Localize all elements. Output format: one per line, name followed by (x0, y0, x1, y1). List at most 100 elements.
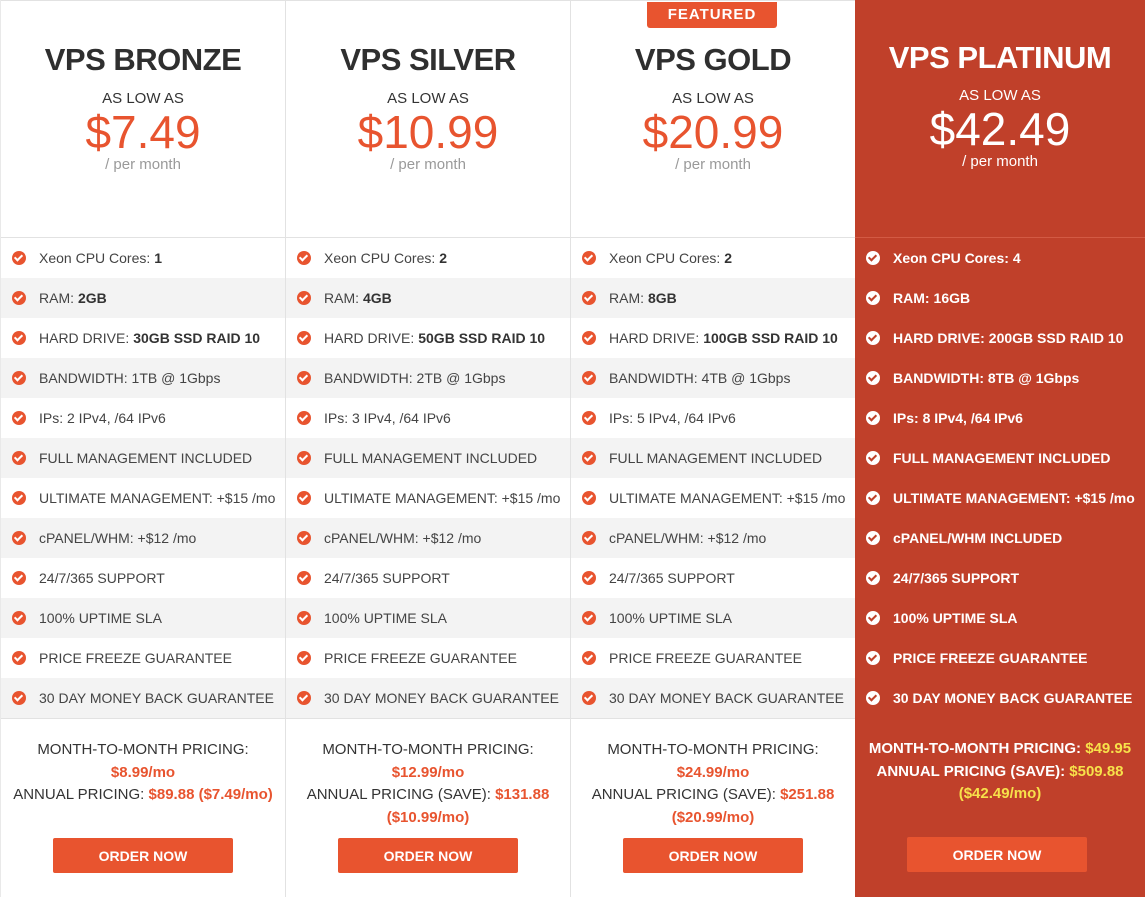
annual-pricing-value: $89.88 ($7.49/mo) (148, 786, 273, 803)
check-icon (866, 651, 880, 665)
check-icon (297, 371, 311, 385)
annual-pricing-value: $131.88 (495, 786, 550, 803)
feature-item: IPs: 3 IPv4, /64 IPv6 (286, 398, 570, 438)
feature-item: HARD DRIVE: 50GB SSD RAID 10 (286, 318, 570, 358)
feature-item: 24/7/365 SUPPORT (286, 558, 570, 598)
check-icon (12, 331, 26, 345)
plan-name: VPS SILVER (340, 42, 516, 77)
per-month-label: / per month (390, 156, 466, 173)
monthly-pricing-value: $8.99/mo (110, 763, 176, 781)
feature-item: FULL MANAGEMENT INCLUDED (286, 438, 570, 478)
order-now-button[interactable]: ORDER NOW (907, 837, 1087, 872)
per-month-label: / per month (675, 156, 751, 173)
feature-item: FULL MANAGEMENT INCLUDED (1, 438, 285, 478)
feature-item: BANDWIDTH: 8TB @ 1Gbps (855, 358, 1145, 398)
feature-item: IPs: 2 IPv4, /64 IPv6 (1, 398, 285, 438)
check-icon (866, 451, 880, 465)
check-icon (12, 651, 26, 665)
check-icon (582, 531, 596, 545)
pricing-table: VPS BRONZE AS LOW AS $7.49 / per month X… (0, 0, 1145, 897)
plan-price: $42.49 (929, 103, 1071, 155)
feature-item: 30 DAY MONEY BACK GUARANTEE (855, 678, 1145, 718)
feature-item: PRICE FREEZE GUARANTEE (855, 638, 1145, 678)
monthly-pricing-label: MONTH-TO-MONTH PRICING: (37, 741, 249, 758)
feature-item: cPANEL/WHM INCLUDED (855, 518, 1145, 558)
check-icon (866, 611, 880, 625)
feature-item: 24/7/365 SUPPORT (1, 558, 285, 598)
feature-item: cPANEL/WHM: +$12 /mo (1, 518, 285, 558)
check-icon (12, 451, 26, 465)
feature-item: Xeon CPU Cores: 1 (1, 238, 285, 278)
as-low-as-label: AS LOW AS (959, 87, 1041, 104)
feature-item: 100% UPTIME SLA (1, 598, 285, 638)
feature-item: IPs: 5 IPv4, /64 IPv6 (571, 398, 855, 438)
check-icon (12, 251, 26, 265)
feature-item: 24/7/365 SUPPORT (855, 558, 1145, 598)
feature-item: BANDWIDTH: 4TB @ 1Gbps (571, 358, 855, 398)
monthly-pricing-value: $12.99/mo (391, 763, 465, 781)
feature-item: RAM: 4GB (286, 278, 570, 318)
feature-item: ULTIMATE MANAGEMENT: +$15 /mo (855, 478, 1145, 518)
plan-price: $7.49 (85, 106, 201, 158)
feature-item: FULL MANAGEMENT INCLUDED (571, 438, 855, 478)
check-icon (866, 371, 880, 385)
order-now-button[interactable]: ORDER NOW (623, 838, 803, 873)
annual-pricing-label: ANNUAL PRICING: (13, 786, 145, 803)
feature-item: 30 DAY MONEY BACK GUARANTEE (286, 678, 570, 718)
check-icon (297, 291, 311, 305)
annual-pricing-label: ANNUAL PRICING (SAVE): (591, 786, 776, 803)
plan-column-gold: FEATURED VPS GOLD AS LOW AS $20.99 / per… (570, 0, 855, 897)
check-icon (297, 451, 311, 465)
annual-pricing-label: ANNUAL PRICING (SAVE): (876, 762, 1066, 780)
feature-item: RAM: 2GB (1, 278, 285, 318)
as-low-as-label: AS LOW AS (387, 90, 469, 107)
feature-item: HARD DRIVE: 100GB SSD RAID 10 (571, 318, 855, 358)
monthly-pricing-label: MONTH-TO-MONTH PRICING: (868, 740, 1082, 757)
check-icon (866, 571, 880, 585)
check-icon (297, 251, 311, 265)
check-icon (582, 491, 596, 505)
feature-item: IPs: 8 IPv4, /64 IPv6 (855, 398, 1145, 438)
check-icon (582, 611, 596, 625)
feature-item: 100% UPTIME SLA (855, 598, 1145, 638)
plan-header: VPS BRONZE AS LOW AS $7.49 / per month (1, 0, 285, 238)
feature-item: RAM: 16GB (855, 278, 1145, 318)
check-icon (582, 691, 596, 705)
check-icon (297, 411, 311, 425)
per-month-label: / per month (962, 153, 1038, 170)
order-now-button[interactable]: ORDER NOW (338, 838, 518, 873)
check-icon (582, 571, 596, 585)
feature-item: Xeon CPU Cores: 2 (286, 238, 570, 278)
check-icon (866, 531, 880, 545)
check-icon (866, 251, 880, 265)
feature-item: RAM: 8GB (571, 278, 855, 318)
feature-list: Xeon CPU Cores: 4 RAM: 16GB HARD DRIVE: 200… (855, 238, 1145, 718)
plan-header: VPS PLATINUM AS LOW AS $42.49 / per mont… (855, 0, 1145, 238)
feature-item: cPANEL/WHM: +$12 /mo (286, 518, 570, 558)
check-icon (12, 611, 26, 625)
check-icon (866, 491, 880, 505)
check-icon (582, 451, 596, 465)
check-icon (582, 371, 596, 385)
feature-item: Xeon CPU Cores: 2 (571, 238, 855, 278)
feature-item: HARD DRIVE: 200GB SSD RAID 10 (855, 318, 1145, 358)
plan-column-bronze: VPS BRONZE AS LOW AS $7.49 / per month X… (0, 0, 285, 897)
feature-item: ULTIMATE MANAGEMENT: +$15 /mo (286, 478, 570, 518)
feature-item: 30 DAY MONEY BACK GUARANTEE (1, 678, 285, 718)
plan-header: VPS GOLD AS LOW AS $20.99 / per month (571, 0, 855, 238)
plan-header: VPS SILVER AS LOW AS $10.99 / per month (286, 0, 570, 238)
check-icon (12, 411, 26, 425)
check-icon (12, 371, 26, 385)
feature-item: ULTIMATE MANAGEMENT: +$15 /mo (571, 478, 855, 518)
check-icon (297, 571, 311, 585)
feature-list: Xeon CPU Cores: 2 RAM: 8GB HARD DRIVE: 100G… (571, 238, 855, 718)
check-icon (12, 531, 26, 545)
check-icon (297, 611, 311, 625)
feature-item: PRICE FREEZE GUARANTEE (286, 638, 570, 678)
order-now-button[interactable]: ORDER NOW (53, 838, 233, 873)
feature-item: BANDWIDTH: 1TB @ 1Gbps (1, 358, 285, 398)
check-icon (582, 251, 596, 265)
monthly-pricing-label: MONTH-TO-MONTH PRICING: (322, 741, 534, 758)
check-icon (582, 331, 596, 345)
feature-item: PRICE FREEZE GUARANTEE (1, 638, 285, 678)
